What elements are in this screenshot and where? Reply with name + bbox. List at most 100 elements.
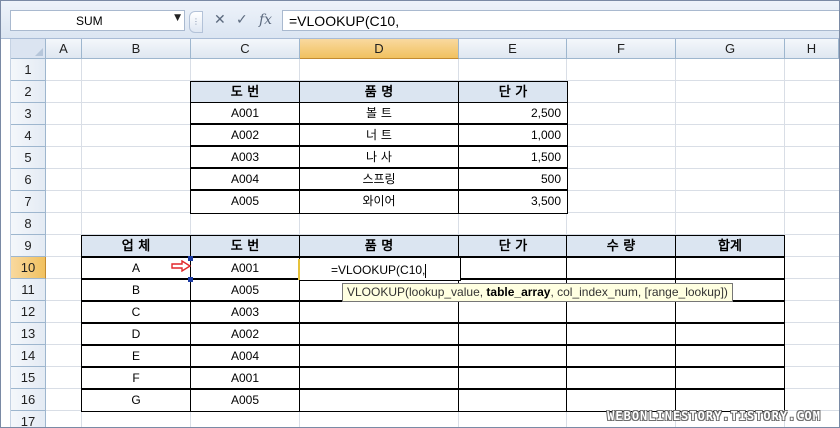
table2-price-cell[interactable]	[458, 389, 568, 412]
range-reference-marker	[298, 259, 300, 280]
row-header-14[interactable]: 14	[11, 345, 46, 367]
table2-header-total[interactable]: 합계	[675, 235, 785, 257]
cancel-icon[interactable]: ✕	[214, 12, 226, 28]
table1-price-cell[interactable]: 2,500	[458, 102, 568, 124]
table2-code-cell[interactable]: A001	[190, 367, 300, 389]
column-header-h[interactable]: H	[785, 39, 839, 59]
table1-code-cell[interactable]: A002	[190, 124, 300, 146]
table2-code-cell[interactable]: A004	[190, 345, 300, 367]
range-handle[interactable]	[188, 277, 193, 282]
table2-item-cell[interactable]	[299, 345, 459, 367]
table2-vendor-cell[interactable]: B	[81, 279, 191, 301]
table2-code-cell[interactable]: A005	[190, 279, 300, 301]
table2-header-qty[interactable]: 수 량	[566, 235, 676, 257]
row-header-15[interactable]: 15	[11, 367, 46, 389]
table2-item-cell[interactable]	[299, 389, 459, 412]
table1-item-cell[interactable]: 너 트	[299, 124, 459, 146]
table1-code-cell[interactable]: A004	[190, 168, 300, 190]
table2-total-cell[interactable]	[675, 323, 785, 345]
table2-vendor-cell[interactable]: E	[81, 345, 191, 367]
table2-price-cell[interactable]	[458, 301, 568, 323]
name-box[interactable]: SUM ▼	[10, 10, 185, 31]
table2-header-code[interactable]: 도 번	[190, 235, 300, 257]
row-header-7[interactable]: 7	[11, 191, 46, 213]
table2-code-cell[interactable]: A005	[190, 389, 300, 412]
table2-item-cell[interactable]	[299, 301, 459, 323]
table2-price-cell[interactable]	[458, 323, 568, 345]
table2-total-cell[interactable]	[675, 301, 785, 323]
row-header-17[interactable]: 17	[11, 411, 46, 427]
row-header-16[interactable]: 16	[11, 389, 46, 411]
tooltip-suffix: , col_index_num, [range_lookup])	[550, 285, 728, 299]
table1-header-price[interactable]: 단 가	[458, 81, 568, 103]
select-all-button[interactable]	[11, 39, 46, 59]
table2-qty-cell[interactable]	[566, 367, 676, 389]
table1-item-cell[interactable]: 스프링	[299, 168, 459, 190]
table2-qty-cell[interactable]	[566, 345, 676, 367]
table2-qty-cell[interactable]	[566, 257, 676, 279]
table2-header-vendor[interactable]: 업 체	[81, 235, 191, 257]
table2-price-cell[interactable]	[458, 345, 568, 367]
row-header-5[interactable]: 5	[11, 147, 46, 169]
table2-qty-cell[interactable]	[566, 323, 676, 345]
table1-header-code[interactable]: 도 번	[190, 81, 300, 103]
table2-total-cell[interactable]	[675, 257, 785, 279]
table1-price-cell[interactable]: 1,500	[458, 146, 568, 168]
table2-header-price[interactable]: 단 가	[458, 235, 568, 257]
table1-price-cell[interactable]: 500	[458, 168, 568, 190]
row-header-10[interactable]: 10	[11, 257, 46, 279]
column-header-d[interactable]: D	[300, 39, 459, 59]
row-header-8[interactable]: 8	[11, 213, 46, 235]
table1-code-cell[interactable]: A005	[190, 190, 300, 214]
formula-input[interactable]: =VLOOKUP(C10,	[282, 10, 839, 31]
chevron-down-icon[interactable]: ▼	[174, 13, 181, 23]
active-cell-editor[interactable]: =VLOOKUP(C10,	[299, 257, 461, 281]
table1-header-item[interactable]: 품 명	[299, 81, 459, 103]
row-header-13[interactable]: 13	[11, 323, 46, 345]
arrow-right-icon	[171, 260, 191, 272]
table1-price-cell[interactable]: 1,000	[458, 124, 568, 146]
row-header-11[interactable]: 11	[11, 279, 46, 301]
table2-price-cell[interactable]	[458, 367, 568, 389]
enter-icon[interactable]: ✓	[236, 12, 248, 28]
table2-code-cell[interactable]: A002	[190, 323, 300, 345]
table2-qty-cell[interactable]	[566, 301, 676, 323]
column-header-f[interactable]: F	[567, 39, 676, 59]
table2-item-cell[interactable]	[299, 323, 459, 345]
active-cell-text: =VLOOKUP(C10,	[331, 263, 426, 277]
left-gutter	[1, 39, 11, 427]
table2-vendor-cell[interactable]: C	[81, 301, 191, 323]
table2-header-item[interactable]: 품 명	[299, 235, 459, 257]
row-header-9[interactable]: 9	[11, 235, 46, 257]
table2-price-cell[interactable]	[458, 257, 568, 279]
row-header-6[interactable]: 6	[11, 169, 46, 191]
table1-code-cell[interactable]: A001	[190, 102, 300, 124]
row-header-4[interactable]: 4	[11, 125, 46, 147]
insert-function-icon[interactable]: fx	[259, 12, 272, 28]
row-header-12[interactable]: 12	[11, 301, 46, 323]
table2-total-cell[interactable]	[675, 345, 785, 367]
row-header-3[interactable]: 3	[11, 103, 46, 125]
table1-price-cell[interactable]: 3,500	[458, 190, 568, 214]
row-header-2[interactable]: 2	[11, 81, 46, 103]
table1-code-cell[interactable]: A003	[190, 146, 300, 168]
tooltip-current-arg[interactable]: table_array	[486, 285, 550, 299]
table2-total-cell[interactable]	[675, 367, 785, 389]
table1-item-cell[interactable]: 볼 트	[299, 102, 459, 124]
table2-code-cell[interactable]: A001	[190, 257, 300, 279]
table2-code-cell[interactable]: A003	[190, 301, 300, 323]
table1-item-cell[interactable]: 나 사	[299, 146, 459, 168]
formula-bar: SUM ▼ ⋮ ✕ ✓ fx =VLOOKUP(C10,	[1, 1, 839, 39]
column-header-c[interactable]: C	[191, 39, 300, 59]
table2-item-cell[interactable]	[299, 367, 459, 389]
watermark: WEBONLINESTORY.TISTORY.COM	[607, 409, 821, 423]
row-header-1[interactable]: 1	[11, 59, 46, 81]
table1-item-cell[interactable]: 와이어	[299, 190, 459, 214]
column-header-a[interactable]: A	[46, 39, 82, 59]
table2-vendor-cell[interactable]: G	[81, 389, 191, 412]
table2-vendor-cell[interactable]: F	[81, 367, 191, 389]
column-header-b[interactable]: B	[82, 39, 191, 59]
table2-vendor-cell[interactable]: D	[81, 323, 191, 345]
column-header-e[interactable]: E	[459, 39, 567, 59]
column-header-g[interactable]: G	[676, 39, 785, 59]
